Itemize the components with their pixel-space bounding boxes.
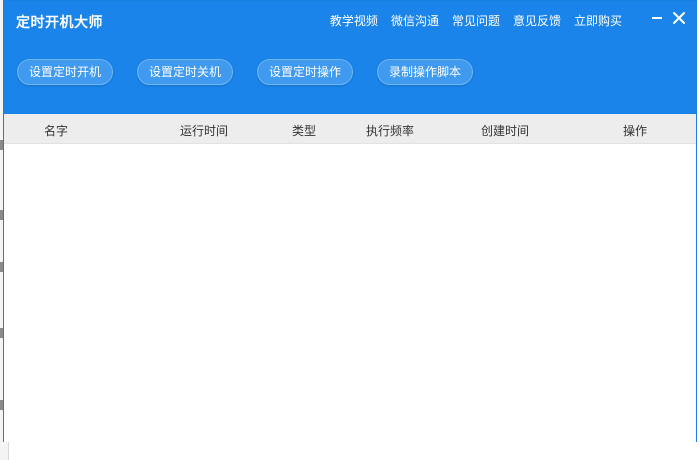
- title-bar: 定时开机大师 教学视频 微信沟通 常见问题 意见反馈 立即购买 设置定时开机 设…: [4, 1, 696, 114]
- task-table-header: 名字 运行时间 类型 执行频率 创建时间 操作: [4, 114, 696, 144]
- top-nav: 教学视频 微信沟通 常见问题 意见反馈 立即购买: [330, 12, 622, 29]
- close-icon: [673, 12, 685, 24]
- schedule-operation-button[interactable]: 设置定时操作: [257, 59, 354, 85]
- minimize-icon: [652, 17, 662, 19]
- record-script-button[interactable]: 录制操作脚本: [377, 59, 474, 85]
- task-table-body: [4, 144, 696, 442]
- feedback-link[interactable]: 意见反馈: [513, 12, 561, 29]
- action-toolbar: 设置定时开机 设置定时关机 设置定时操作 录制操作脚本: [17, 59, 474, 85]
- minimize-button[interactable]: [648, 9, 666, 27]
- column-type: 类型: [292, 124, 317, 138]
- app-title: 定时开机大师: [16, 15, 103, 31]
- wechat-contact-link[interactable]: 微信沟通: [391, 12, 439, 29]
- buy-now-link[interactable]: 立即购买: [574, 12, 622, 29]
- column-actions: 操作: [623, 124, 648, 138]
- schedule-startup-button[interactable]: 设置定时开机: [17, 59, 114, 85]
- column-created-time: 创建时间: [481, 124, 530, 138]
- app-window: 定时开机大师 教学视频 微信沟通 常见问题 意见反馈 立即购买 设置定时开机 设…: [3, 0, 697, 442]
- column-run-time: 运行时间: [180, 124, 229, 138]
- tutorial-video-link[interactable]: 教学视频: [330, 12, 378, 29]
- schedule-shutdown-button[interactable]: 设置定时关机: [137, 59, 234, 85]
- close-button[interactable]: [670, 9, 688, 27]
- column-frequency: 执行频率: [366, 124, 415, 138]
- column-name: 名字: [44, 124, 69, 138]
- faq-link[interactable]: 常见问题: [452, 12, 500, 29]
